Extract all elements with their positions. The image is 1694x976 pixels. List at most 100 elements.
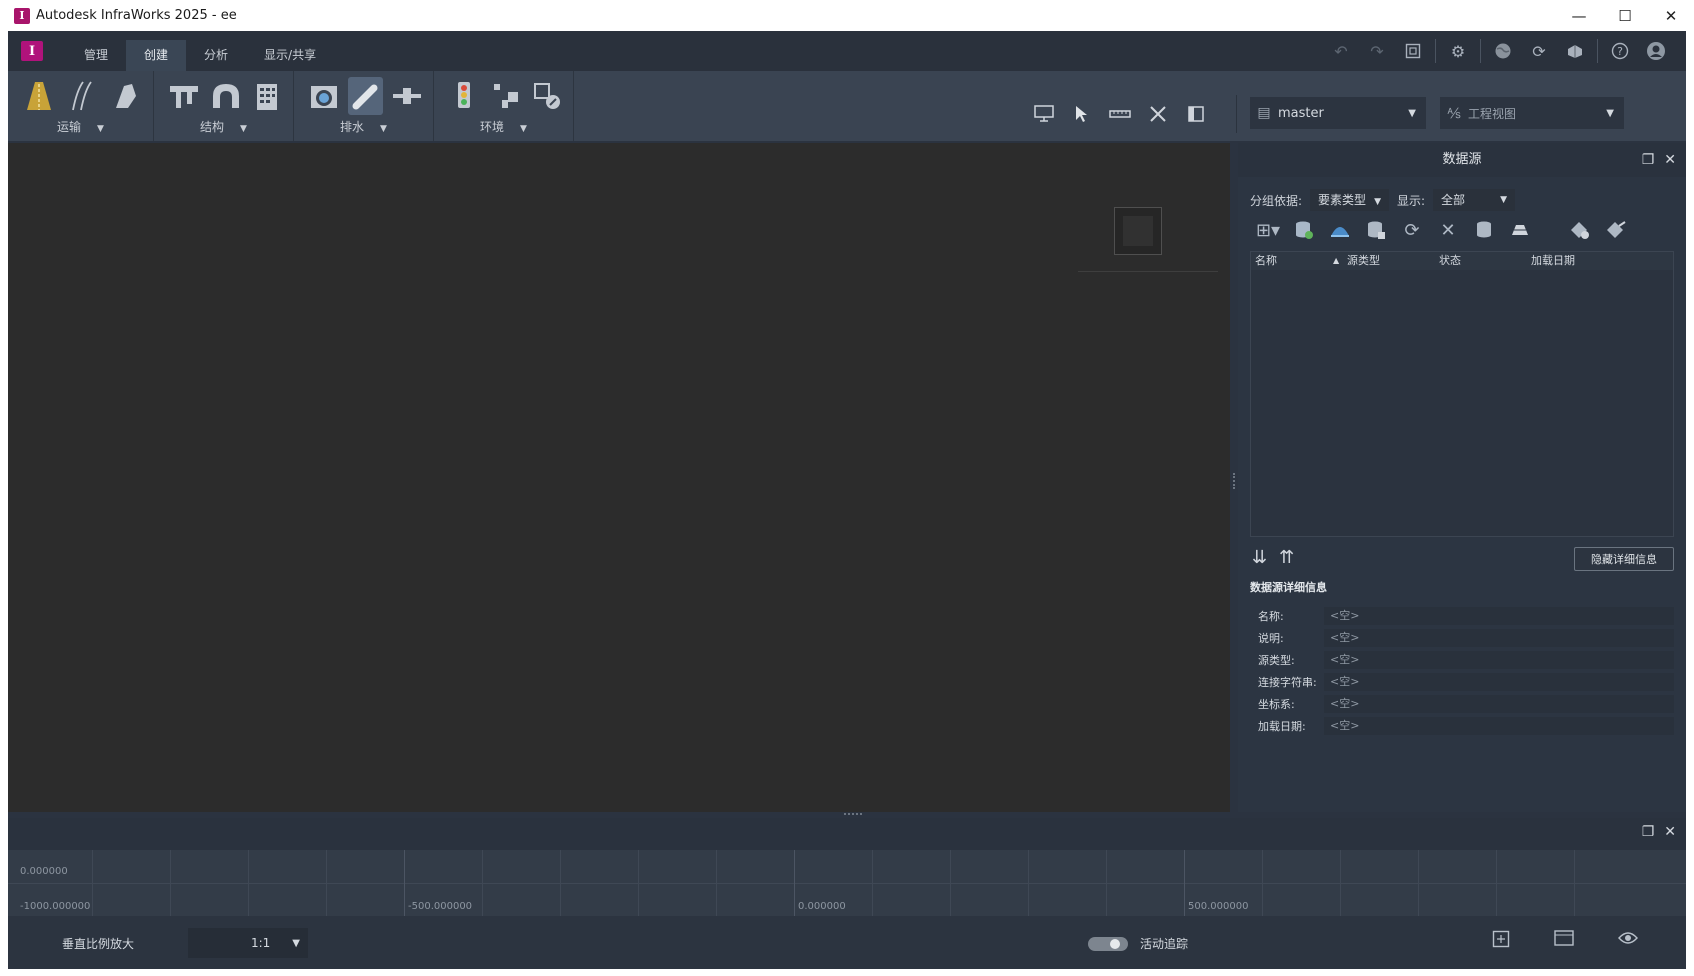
infraworks-logo[interactable]: I — [21, 41, 43, 61]
close-icon[interactable]: ✕ — [1664, 143, 1676, 177]
detail-value: <空> — [1324, 629, 1674, 647]
ribbon-group-label[interactable]: 排水 ▼ — [294, 118, 433, 135]
grid-line — [404, 850, 405, 916]
toolbar-separator — [1435, 39, 1436, 63]
station-label: -500.000000 — [408, 901, 473, 912]
detail-row-connection-string: 连接字符串: <空> — [1258, 673, 1674, 691]
cloud-model-icon[interactable] — [1557, 39, 1593, 63]
grid-line — [638, 850, 639, 916]
expand-collapse-controls: ⇊ ⇈ — [1252, 547, 1294, 568]
group-by-select[interactable]: 要素类型 ▼ — [1310, 189, 1389, 211]
detail-value: <空> — [1324, 717, 1674, 735]
view-dropdown[interactable]: ⅍ 工程视图 ▼ — [1440, 97, 1624, 129]
database-add-icon[interactable] — [1286, 215, 1322, 245]
show-select[interactable]: 全部 ▼ — [1433, 189, 1516, 211]
remove-icon[interactable]: ✕ — [1430, 215, 1466, 245]
close-window-button[interactable]: ✕ — [1648, 0, 1694, 31]
help-icon[interactable]: ? — [1602, 39, 1638, 63]
ribbon-separator — [1236, 95, 1237, 133]
building-icon[interactable] — [249, 77, 285, 115]
view-icon: ⅍ — [1447, 105, 1461, 122]
ribbon-group-label[interactable]: 运输 ▼ — [8, 118, 153, 135]
tab-create[interactable]: 创建 — [126, 40, 187, 71]
grid-line — [8, 883, 1686, 884]
ribbon-tabs: 管理 创建 分析 显示/共享 — [66, 40, 334, 71]
details-title: 数据源详细信息 — [1250, 581, 1327, 594]
active-tracking-toggle[interactable] — [1088, 937, 1128, 951]
user-avatar-icon[interactable] — [1638, 39, 1674, 63]
restore-panel-icon[interactable]: ❐ — [1642, 143, 1655, 177]
undo-icon[interactable]: ↶ — [1323, 39, 1359, 63]
toolbar-separator — [1597, 39, 1598, 63]
datasource-list[interactable]: 名称 ▲ 源类型 状态 加载日期 — [1250, 251, 1674, 537]
online-source-icon[interactable] — [1322, 215, 1358, 245]
railway-icon[interactable] — [64, 77, 102, 115]
eye-icon[interactable] — [1618, 930, 1638, 953]
profile-footer: 垂直比例放大 1:1 ▼ 活动追踪 — [8, 916, 1686, 969]
window-icon[interactable] — [1554, 930, 1574, 953]
measure-icon[interactable] — [1104, 99, 1136, 129]
database-icon[interactable] — [1466, 215, 1502, 245]
panel-header: 数据源 ❐ ✕ — [1238, 143, 1686, 177]
city-furniture-icon[interactable] — [529, 77, 565, 115]
ribbon-group-structure: 结构 ▼ — [154, 71, 294, 141]
3d-viewport[interactable] — [8, 143, 1230, 812]
tab-display-share[interactable]: 显示/共享 — [246, 40, 334, 71]
culvert-icon[interactable] — [306, 77, 342, 115]
ribbon-group-label[interactable]: 结构 ▼ — [154, 118, 293, 135]
view-cube[interactable] — [1114, 207, 1162, 255]
select-icon[interactable] — [1066, 99, 1098, 129]
profile-view[interactable]: 0.000000 -1000.000000 -500.000000 0.0000… — [8, 850, 1686, 916]
sync-icon[interactable]: ⟳ — [1521, 39, 1557, 63]
grid-line — [326, 850, 327, 916]
column-load-date[interactable]: 加载日期 — [1527, 252, 1627, 270]
maximize-button[interactable]: ☐ — [1602, 0, 1648, 31]
active-tracking-label: 活动追踪 — [1140, 937, 1189, 951]
group-filter-row: 分组依据: 要素类型 ▼ 显示: 全部 ▼ — [1250, 189, 1523, 211]
refresh-icon[interactable]: ⟳ — [1394, 215, 1430, 245]
grid-line — [1262, 850, 1263, 916]
pipe-icon[interactable] — [347, 77, 384, 115]
pavement-icon[interactable] — [107, 77, 145, 115]
shape-edit-icon[interactable] — [1598, 215, 1634, 245]
hide-details-button[interactable]: 隐藏详细信息 — [1574, 547, 1674, 571]
panel-icon[interactable] — [1180, 99, 1212, 129]
minimize-button[interactable]: — — [1556, 0, 1602, 31]
tunnel-icon[interactable] — [208, 77, 244, 115]
profile-tools — [1492, 930, 1638, 953]
tree-icon[interactable] — [488, 77, 524, 115]
vertical-scale-select[interactable]: 1:1 ▼ — [188, 928, 308, 958]
tab-manage[interactable]: 管理 — [66, 40, 126, 71]
road-icon[interactable] — [20, 77, 58, 115]
globe-icon[interactable] — [1485, 39, 1521, 63]
ribbon-group-label[interactable]: 环境 ▼ — [434, 118, 573, 135]
add-source-icon[interactable]: ⊞▾ — [1250, 215, 1286, 245]
expand-all-icon[interactable]: ⇊ — [1252, 547, 1267, 568]
close-icon[interactable]: ✕ — [1664, 824, 1676, 840]
sort-ascending-icon: ▲ — [1333, 256, 1340, 265]
redo-icon[interactable]: ↷ — [1359, 39, 1395, 63]
window-title: Autodesk InfraWorks 2025 - ee — [36, 8, 237, 23]
trim-icon[interactable] — [1142, 99, 1174, 129]
branch-dropdown[interactable]: ▤ master ▼ — [1250, 97, 1426, 129]
presentation-icon[interactable] — [1028, 99, 1060, 129]
settings-gear-icon[interactable]: ⚙ — [1440, 39, 1476, 63]
restore-panel-icon[interactable]: ❐ — [1642, 824, 1655, 840]
pipe-connector-icon[interactable] — [389, 77, 425, 115]
column-source-type[interactable]: ▲ 源类型 — [1333, 252, 1435, 270]
bridge-icon[interactable] — [166, 77, 202, 115]
database-config-icon[interactable] — [1358, 215, 1394, 245]
detail-row-description: 说明: <空> — [1258, 629, 1674, 647]
branch-value: master — [1278, 105, 1324, 121]
column-status[interactable]: 状态 — [1435, 252, 1527, 270]
fit-view-icon[interactable] — [1492, 930, 1510, 953]
fit-view-icon[interactable] — [1395, 39, 1431, 63]
traffic-light-icon[interactable] — [446, 77, 482, 115]
column-name[interactable]: 名称 — [1251, 252, 1343, 270]
vertical-splitter[interactable] — [1230, 143, 1238, 812]
tab-analyze[interactable]: 分析 — [186, 40, 246, 71]
group-by-label: 分组依据: — [1250, 193, 1303, 208]
layers-icon[interactable] — [1502, 215, 1538, 245]
collapse-all-icon[interactable]: ⇈ — [1279, 547, 1294, 568]
shape-add-icon[interactable] — [1562, 215, 1598, 245]
